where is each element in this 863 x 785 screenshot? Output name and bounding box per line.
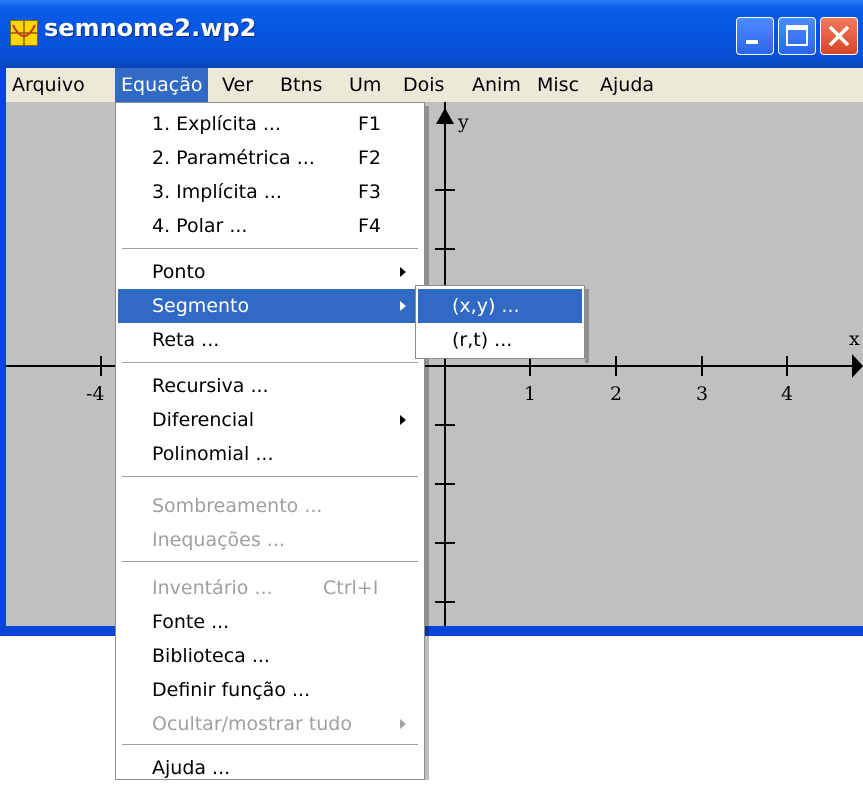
menu-item-definir-funcao[interactable]: Definir função ...: [118, 673, 422, 707]
menu-item-parametrica[interactable]: 2. Paramétrica ... F2: [118, 141, 422, 175]
menu-separator: [122, 744, 418, 746]
segmento-submenu: (x,y) ... (r,t) ...: [415, 285, 585, 359]
menu-item-shortcut: F3: [358, 181, 382, 203]
menu-item-label: Ocultar/mostrar tudo: [152, 713, 352, 735]
submenu-item-label: (x,y) ...: [452, 295, 520, 317]
menu-item-label: Polinomial ...: [152, 443, 274, 465]
menu-item-shortcut: F1: [358, 113, 382, 135]
maximize-button[interactable]: [778, 17, 816, 55]
menu-item-label: Recursiva ...: [152, 375, 269, 397]
title-bar[interactable]: semnome2.wp2: [0, 0, 863, 68]
x-tick-label: 1: [524, 383, 536, 405]
menu-item-label: Segmento: [152, 295, 250, 317]
menu-item-biblioteca[interactable]: Biblioteca ...: [118, 639, 422, 673]
submenu-arrow-icon: [400, 267, 406, 277]
menu-item-reta[interactable]: Reta ...: [118, 323, 422, 357]
menu-item-polinomial[interactable]: Polinomial ...: [118, 437, 422, 471]
x-tick-label: -4: [86, 383, 105, 405]
menu-item-label: Reta ...: [152, 329, 220, 351]
x-axis-arrow: [852, 354, 863, 378]
menu-item-label: 2. Paramétrica ...: [152, 147, 315, 169]
maximize-icon: [786, 25, 808, 46]
menu-separator: [122, 561, 418, 563]
menu-btns[interactable]: Btns: [274, 68, 328, 102]
menu-item-sombreamento: Sombreamento ...: [118, 489, 422, 523]
menu-item-ponto[interactable]: Ponto: [118, 255, 422, 289]
x-tick-label: 3: [696, 383, 708, 405]
close-icon: [828, 25, 850, 47]
submenu-item-label: (r,t) ...: [452, 329, 513, 351]
menu-item-implicita[interactable]: 3. Implícita ... F3: [118, 175, 422, 209]
menu-separator: [122, 248, 418, 250]
menu-item-shortcut: F2: [358, 147, 382, 169]
app-icon[interactable]: [10, 20, 38, 46]
menu-item-label: Inventário ...: [152, 577, 273, 599]
submenu-arrow-icon: [400, 415, 406, 425]
menu-misc[interactable]: Misc: [531, 68, 585, 102]
menu-item-label: Sombreamento ...: [152, 495, 323, 517]
menu-item-shortcut: Ctrl+I: [323, 577, 379, 599]
x-tick-label: 4: [781, 383, 793, 405]
menu-item-ocultar-mostrar: Ocultar/mostrar tudo: [118, 707, 422, 741]
y-axis-label: y: [457, 111, 469, 133]
submenu-item-xy[interactable]: (x,y) ...: [418, 289, 582, 323]
window-title: semnome2.wp2: [44, 14, 257, 42]
x-tick-label: 2: [610, 383, 622, 405]
menu-dois[interactable]: Dois: [397, 68, 450, 102]
minimize-icon: [746, 40, 758, 44]
menu-shadow: [425, 106, 429, 780]
menu-item-polar[interactable]: 4. Polar ... F4: [118, 209, 422, 243]
minimize-button[interactable]: [736, 17, 774, 55]
x-axis-label: x: [849, 328, 860, 350]
menu-item-explicita[interactable]: 1. Explícita ... F1: [118, 107, 422, 141]
y-axis-arrow: [436, 108, 454, 124]
submenu-arrow-icon: [400, 301, 406, 311]
close-button[interactable]: [820, 17, 858, 55]
menu-um[interactable]: Um: [343, 68, 387, 102]
menu-item-label: Fonte ...: [152, 611, 230, 633]
equacao-menu: 1. Explícita ... F1 2. Paramétrica ... F…: [115, 102, 425, 780]
menu-item-diferencial[interactable]: Diferencial: [118, 403, 422, 437]
menu-item-fonte[interactable]: Fonte ...: [118, 605, 422, 639]
submenu-arrow-icon: [400, 719, 406, 729]
menu-equacao[interactable]: Equação: [115, 68, 209, 102]
menu-anim[interactable]: Anim: [466, 68, 527, 102]
menu-arquivo[interactable]: Arquivo: [6, 68, 91, 102]
menu-ver[interactable]: Ver: [216, 68, 259, 102]
submenu-item-rt[interactable]: (r,t) ...: [418, 323, 582, 357]
menu-item-label: 3. Implícita ...: [152, 181, 282, 203]
menu-item-segmento[interactable]: Segmento: [118, 289, 422, 323]
menu-ajuda[interactable]: Ajuda: [594, 68, 660, 102]
menu-item-label: Diferencial: [152, 409, 255, 431]
menu-item-label: Biblioteca ...: [152, 645, 270, 667]
submenu-shadow: [585, 289, 589, 363]
menu-item-inventario: Inventário ... Ctrl+I: [118, 571, 422, 605]
menu-separator: [122, 476, 418, 478]
menu-item-label: 1. Explícita ...: [152, 113, 282, 135]
menu-bar: Arquivo Equação Ver Btns Um Dois Anim Mi…: [6, 68, 863, 102]
menu-item-label: Inequações ...: [152, 529, 285, 551]
menu-item-shortcut: F4: [358, 215, 382, 237]
menu-item-label: 4. Polar ...: [152, 215, 248, 237]
menu-item-label: Definir função ...: [152, 679, 311, 701]
menu-item-label: Ponto: [152, 261, 206, 283]
menu-separator: [122, 362, 418, 364]
menu-item-inequacoes: Inequações ...: [118, 523, 422, 557]
menu-item-recursiva[interactable]: Recursiva ...: [118, 369, 422, 403]
